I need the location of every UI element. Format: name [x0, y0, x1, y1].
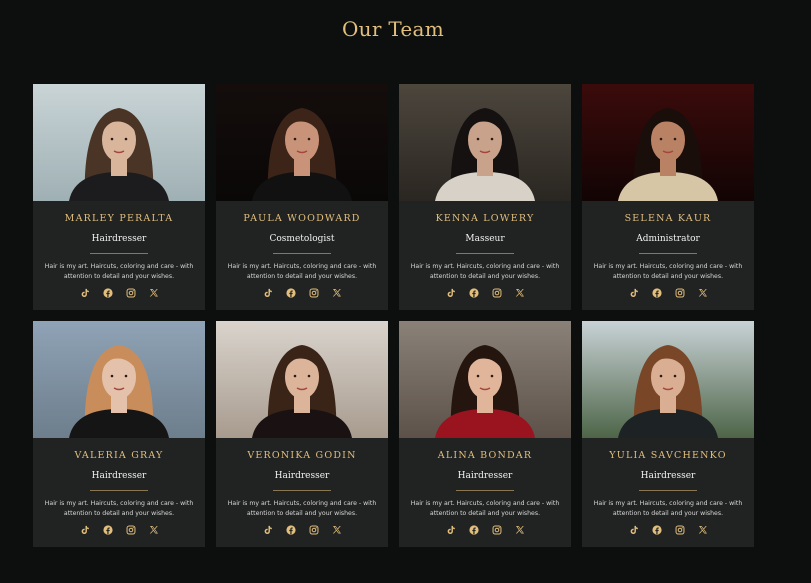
facebook-icon[interactable]	[468, 524, 479, 535]
member-name: KENNA LOWERY	[435, 213, 535, 224]
team-card: VALERIA GRAY Hairdresser Hair is my art.…	[33, 321, 205, 547]
x-icon[interactable]	[148, 524, 159, 535]
divider	[273, 490, 331, 491]
divider	[273, 253, 331, 254]
tiktok-icon[interactable]	[628, 287, 639, 298]
member-name: VERONIKA GODIN	[247, 450, 357, 461]
team-page: Our Team MARLEY PERALTA Hairdresser Hair…	[0, 0, 811, 583]
social-links	[33, 524, 205, 535]
member-description: Hair is my art. Haircuts, coloring and c…	[227, 500, 377, 517]
facebook-icon[interactable]	[102, 287, 113, 298]
team-card: PAULA WOODWARD Cosmetologist Hair is my …	[216, 84, 388, 310]
social-links	[33, 287, 205, 298]
instagram-icon[interactable]	[125, 524, 136, 535]
member-description: Hair is my art. Haircuts, coloring and c…	[410, 500, 560, 517]
member-role: Cosmetologist	[269, 234, 335, 244]
x-icon[interactable]	[148, 287, 159, 298]
social-links	[216, 287, 388, 298]
member-role: Masseur	[465, 234, 505, 244]
x-icon[interactable]	[514, 524, 525, 535]
divider	[90, 490, 148, 491]
member-name: VALERIA GRAY	[74, 450, 164, 461]
team-card: VERONIKA GODIN Hairdresser Hair is my ar…	[216, 321, 388, 547]
member-photo	[582, 84, 754, 201]
divider	[639, 253, 697, 254]
x-icon[interactable]	[697, 524, 708, 535]
divider	[639, 490, 697, 491]
member-description: Hair is my art. Haircuts, coloring and c…	[227, 263, 377, 280]
facebook-icon[interactable]	[285, 287, 296, 298]
member-role: Hairdresser	[274, 471, 330, 481]
divider	[90, 253, 148, 254]
social-links	[399, 287, 571, 298]
social-links	[582, 524, 754, 535]
tiktok-icon[interactable]	[79, 287, 90, 298]
member-photo	[33, 84, 205, 201]
member-name: YULIA SAVCHENKO	[609, 450, 727, 461]
tiktok-icon[interactable]	[445, 287, 456, 298]
social-links	[399, 524, 571, 535]
member-photo	[216, 84, 388, 201]
facebook-icon[interactable]	[102, 524, 113, 535]
instagram-icon[interactable]	[125, 287, 136, 298]
member-description: Hair is my art. Haircuts, coloring and c…	[44, 263, 194, 280]
tiktok-icon[interactable]	[445, 524, 456, 535]
team-card: SELENA KAUR Administrator Hair is my art…	[582, 84, 754, 310]
facebook-icon[interactable]	[285, 524, 296, 535]
team-card: MARLEY PERALTA Hairdresser Hair is my ar…	[33, 84, 205, 310]
x-icon[interactable]	[331, 524, 342, 535]
member-photo	[399, 321, 571, 438]
facebook-icon[interactable]	[468, 287, 479, 298]
member-description: Hair is my art. Haircuts, coloring and c…	[44, 500, 194, 517]
team-grid: MARLEY PERALTA Hairdresser Hair is my ar…	[33, 84, 755, 547]
team-card: YULIA SAVCHENKO Hairdresser Hair is my a…	[582, 321, 754, 547]
divider	[456, 490, 514, 491]
member-role: Hairdresser	[640, 471, 696, 481]
member-photo	[33, 321, 205, 438]
member-role: Administrator	[636, 234, 700, 244]
instagram-icon[interactable]	[674, 287, 685, 298]
member-description: Hair is my art. Haircuts, coloring and c…	[593, 500, 743, 517]
divider	[456, 253, 514, 254]
facebook-icon[interactable]	[651, 287, 662, 298]
instagram-icon[interactable]	[308, 287, 319, 298]
instagram-icon[interactable]	[308, 524, 319, 535]
x-icon[interactable]	[697, 287, 708, 298]
member-name: PAULA WOODWARD	[243, 213, 361, 224]
member-description: Hair is my art. Haircuts, coloring and c…	[410, 263, 560, 280]
member-photo	[399, 84, 571, 201]
member-name: ALINA BONDAR	[437, 450, 533, 461]
facebook-icon[interactable]	[651, 524, 662, 535]
instagram-icon[interactable]	[674, 524, 685, 535]
member-description: Hair is my art. Haircuts, coloring and c…	[593, 263, 743, 280]
member-name: SELENA KAUR	[624, 213, 712, 224]
member-name: MARLEY PERALTA	[64, 213, 174, 224]
social-links	[216, 524, 388, 535]
member-photo	[216, 321, 388, 438]
member-role: Hairdresser	[457, 471, 513, 481]
member-role: Hairdresser	[91, 471, 147, 481]
tiktok-icon[interactable]	[79, 524, 90, 535]
tiktok-icon[interactable]	[262, 287, 273, 298]
tiktok-icon[interactable]	[262, 524, 273, 535]
member-photo	[582, 321, 754, 438]
team-card: ALINA BONDAR Hairdresser Hair is my art.…	[399, 321, 571, 547]
x-icon[interactable]	[331, 287, 342, 298]
team-card: KENNA LOWERY Masseur Hair is my art. Hai…	[399, 84, 571, 310]
social-links	[582, 287, 754, 298]
member-role: Hairdresser	[91, 234, 147, 244]
page-title: Our Team	[341, 17, 445, 41]
x-icon[interactable]	[514, 287, 525, 298]
tiktok-icon[interactable]	[628, 524, 639, 535]
instagram-icon[interactable]	[491, 287, 502, 298]
instagram-icon[interactable]	[491, 524, 502, 535]
